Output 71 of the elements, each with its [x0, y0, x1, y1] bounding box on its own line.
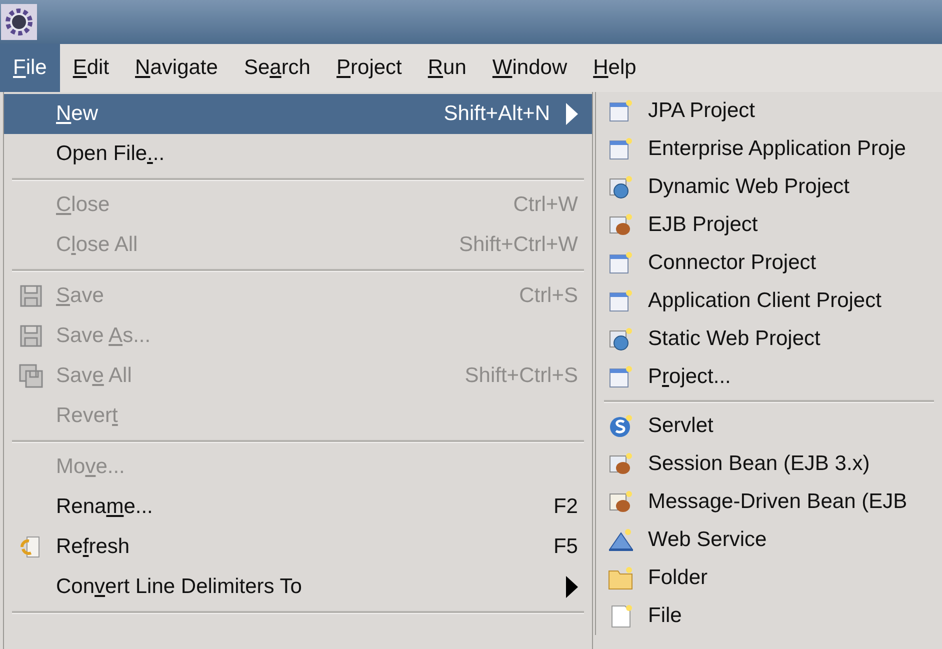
menu-entry-label: New — [56, 102, 98, 126]
menu-entry-label: Connector Project — [648, 251, 816, 275]
menu-entry[interactable]: Open File... — [4, 134, 592, 174]
menu-entry-label: Refresh — [56, 535, 130, 559]
menu-entry-label: Revert — [56, 404, 118, 428]
static-web-icon — [608, 326, 634, 352]
menu-entry[interactable]: JPA Project — [596, 92, 942, 130]
menu-entry-label: Open File... — [56, 142, 165, 166]
menu-entry-label: Folder — [648, 566, 708, 590]
menu-entry[interactable]: Session Bean (EJB 3.x) — [596, 445, 942, 483]
servlet-icon — [608, 413, 634, 439]
menu-entry-label: Save — [56, 284, 104, 308]
web-service-icon — [608, 527, 634, 553]
menu-entry[interactable]: Web Service — [596, 521, 942, 559]
menu-entry-label: Static Web Project — [648, 327, 820, 351]
menu-entry[interactable]: Convert Line Delimiters To — [4, 567, 592, 607]
menu-item[interactable]: File — [0, 44, 60, 92]
menu-entry[interactable]: New Shift+Alt+N — [4, 94, 592, 134]
menu-entry-label: Session Bean (EJB 3.x) — [648, 452, 870, 476]
menu-entry[interactable]: Refresh F5 — [4, 527, 592, 567]
menu-entry[interactable]: File — [596, 597, 942, 635]
menu-item[interactable]: Edit — [60, 44, 122, 92]
menu-entry-label: EJB Project — [648, 213, 758, 237]
menu-entry[interactable]: Enterprise Application Proje — [596, 130, 942, 168]
menu-entry[interactable]: Rename... F2 — [4, 487, 592, 527]
menu-item[interactable]: Run — [414, 44, 480, 92]
bean-icon — [608, 451, 634, 477]
menu-entry-label: Close All — [56, 233, 138, 257]
shortcut-text: Ctrl+W — [513, 193, 578, 217]
menu-entry-label: Rename... — [56, 495, 153, 519]
menu-entry[interactable]: Application Client Project — [596, 282, 942, 320]
menu-entry-label: File — [648, 604, 682, 628]
menu-item[interactable]: Help — [580, 44, 650, 92]
menu-entry-label: Enterprise Application Proje — [648, 137, 906, 161]
shortcut-text: Ctrl+S — [519, 284, 578, 308]
menu-item[interactable]: Search — [230, 44, 324, 92]
menu-entry-label: Application Client Project — [648, 289, 882, 313]
menu-entry-label: Project... — [648, 365, 731, 389]
bean-project-icon — [608, 212, 634, 238]
menu-entry-label: Close — [56, 193, 110, 217]
gear-icon[interactable] — [1, 4, 37, 40]
shortcut-text: Shift+Ctrl+W — [458, 233, 578, 257]
menu-item[interactable]: Navigate — [122, 44, 231, 92]
folder-icon — [608, 565, 634, 591]
web-project-icon — [608, 174, 634, 200]
menu-entry-label: Convert Line Delimiters To — [56, 575, 302, 599]
menu-entry[interactable]: EJB Project — [596, 206, 942, 244]
envelope-bean-icon — [608, 489, 634, 515]
shortcut-text: F2 — [553, 495, 578, 519]
menu-entry-label: Message-Driven Bean (EJB — [648, 490, 908, 514]
menu-entry-label: JPA Project — [648, 99, 755, 123]
menu-entry-label: Move... — [56, 455, 125, 479]
menu-entry[interactable]: Servlet — [596, 407, 942, 445]
shortcut-text: Shift+Ctrl+S — [464, 364, 578, 388]
project-icon — [608, 364, 634, 390]
menu-entry[interactable]: Message-Driven Bean (EJB — [596, 483, 942, 521]
menu-entry-label: Dynamic Web Project — [648, 175, 850, 199]
menu-entry-label: Web Service — [648, 528, 767, 552]
menu-entry-label: Save All — [56, 364, 132, 388]
menu-item[interactable]: Project — [324, 44, 415, 92]
menu-entry[interactable]: Dynamic Web Project — [596, 168, 942, 206]
menu-entry[interactable]: Folder — [596, 559, 942, 597]
menu-entry[interactable]: Project... — [596, 358, 942, 396]
menu-entry-label: Save As... — [56, 324, 151, 348]
shortcut-text: Shift+Alt+N — [444, 102, 550, 126]
menu-entry[interactable]: Static Web Project — [596, 320, 942, 358]
menu-item[interactable]: Window — [479, 44, 580, 92]
menu-entry-label: Servlet — [648, 414, 714, 438]
floppy-stack-icon — [18, 363, 44, 389]
menu-entry[interactable]: Connector Project — [596, 244, 942, 282]
shortcut-text: F5 — [553, 535, 578, 559]
